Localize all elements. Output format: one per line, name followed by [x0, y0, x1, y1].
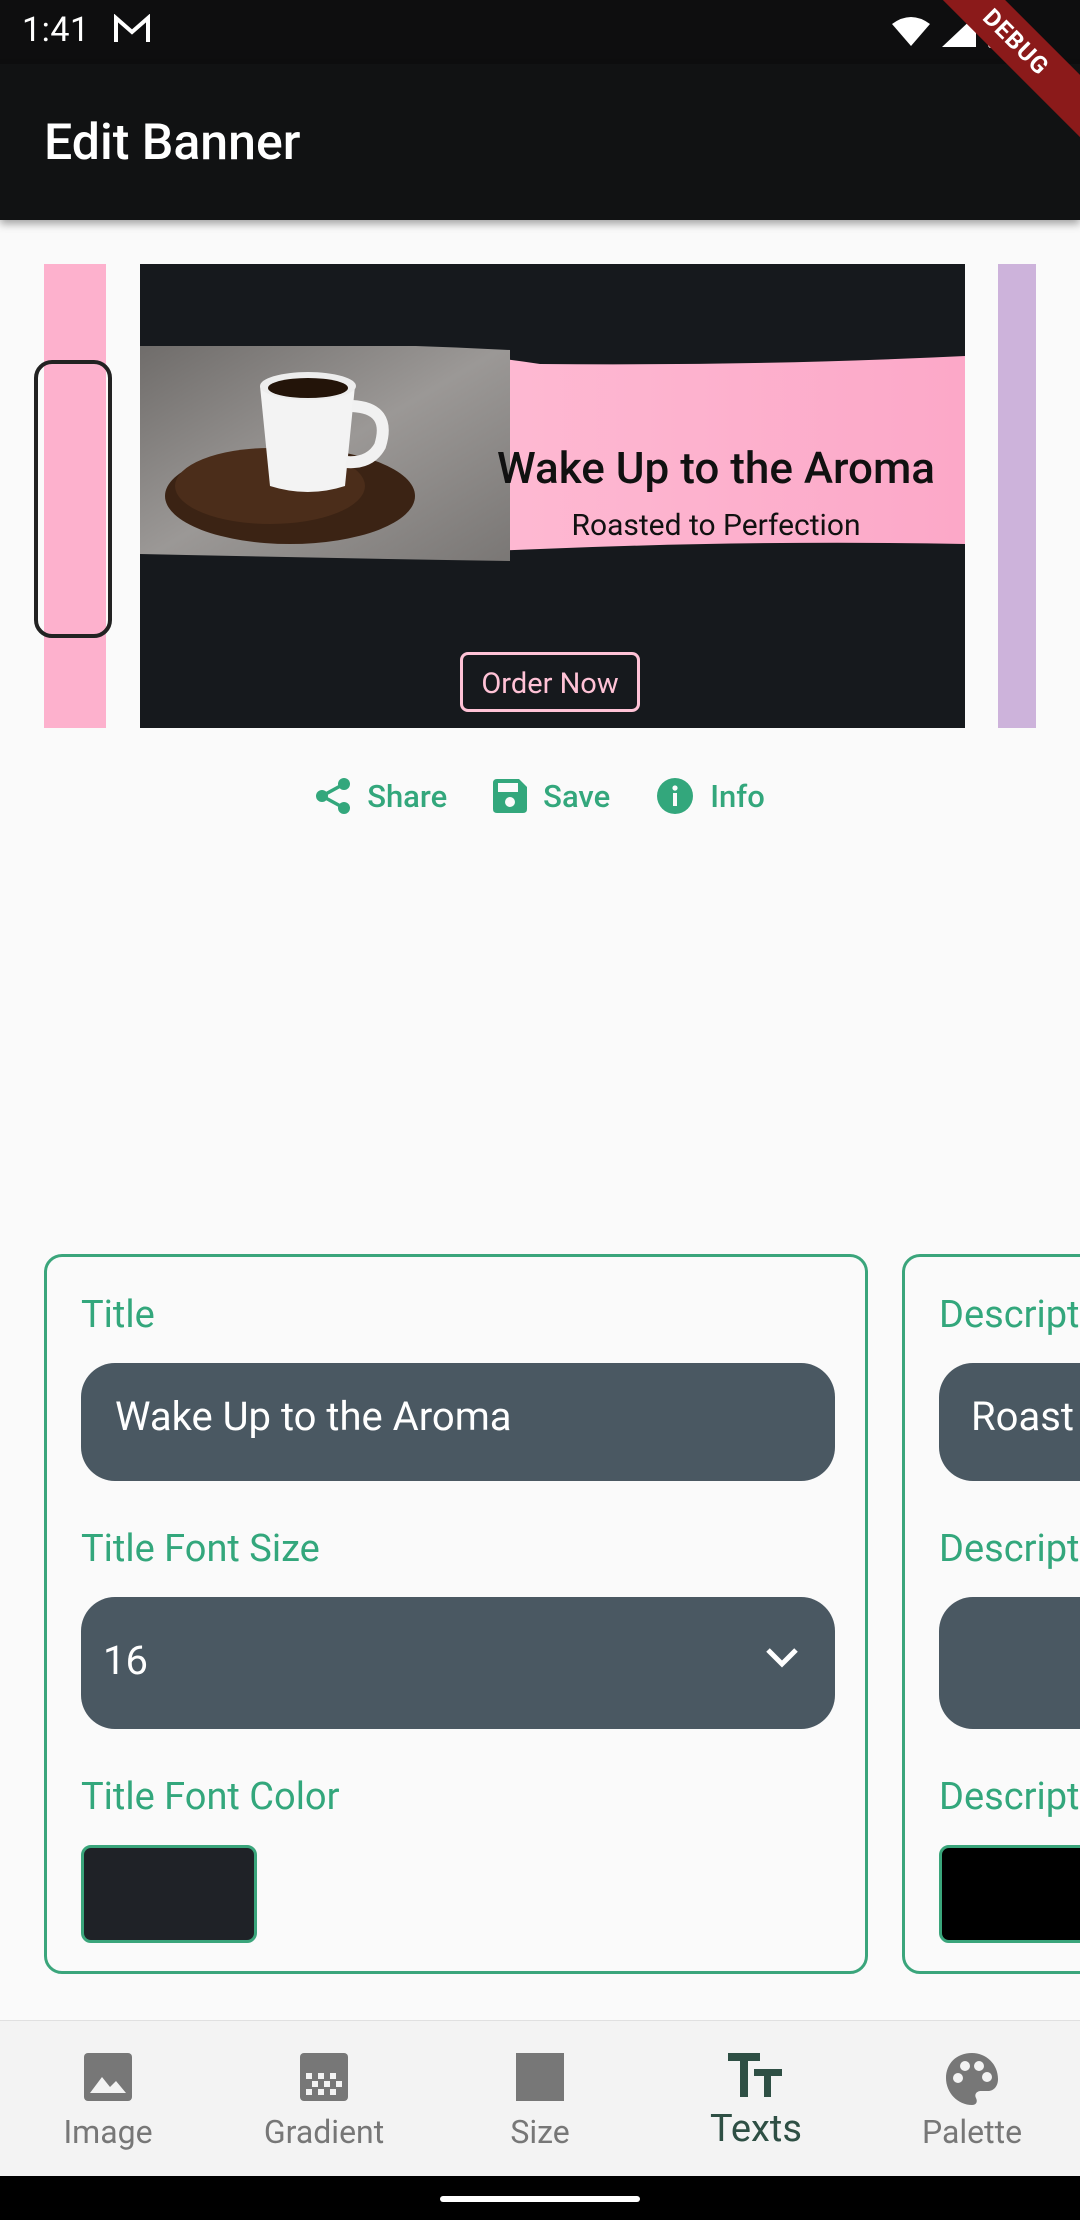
nav-image-label: Image [63, 2113, 153, 2151]
gradient-icon [298, 2051, 350, 2107]
bottom-navigation: Image Gradient Size Texts Palette [0, 2020, 1080, 2177]
banner-preview[interactable]: Wake Up to the Aroma Roasted to Perfecti… [140, 264, 965, 728]
banner-title: Wake Up to the Aroma [496, 442, 936, 494]
text-fields-icon [728, 2051, 784, 2105]
home-gesture-handle[interactable] [440, 2196, 640, 2202]
title-font-size-value: 16 [103, 1637, 148, 1684]
chevron-down-icon [765, 1647, 799, 1673]
info-label: Info [710, 777, 765, 815]
share-icon [315, 777, 351, 815]
status-time: 1:41 [22, 10, 90, 50]
share-label: Share [367, 777, 448, 815]
save-button[interactable]: Save [493, 766, 610, 826]
nav-palette-label: Palette [921, 2113, 1023, 2151]
size-icon [514, 2051, 566, 2107]
previous-banner[interactable] [34, 264, 112, 728]
banner-carousel[interactable]: Wake Up to the Aroma Roasted to Perfecti… [0, 264, 1080, 728]
save-icon [493, 779, 528, 813]
page-title: Edit Banner [44, 114, 301, 172]
share-button[interactable]: Share [315, 766, 447, 826]
nav-gradient[interactable]: Gradient [216, 2021, 432, 2177]
debug-ribbon: DEBUG [910, 0, 1080, 170]
system-navigation-bar [0, 2176, 1080, 2220]
description-font-size-select[interactable] [939, 1597, 1080, 1729]
nav-palette[interactable]: Palette [864, 2021, 1080, 2177]
description-font-color-label: Descript [939, 1775, 1080, 1819]
nav-texts-label: Texts [710, 2107, 802, 2151]
title-input[interactable]: Wake Up to the Aroma [81, 1363, 835, 1481]
order-now-button[interactable]: Order Now [460, 652, 640, 712]
description-input-value: Roast [971, 1393, 1074, 1440]
gmail-icon [112, 13, 152, 48]
debug-label: DEBUG [915, 0, 1080, 143]
next-banner[interactable] [998, 264, 1036, 728]
title-font-color-label: Title Font Color [81, 1775, 340, 1819]
coffee-photo [140, 346, 510, 561]
nav-gradient-label: Gradient [263, 2113, 385, 2151]
description-settings-card: Descript Roast Descript Descript [902, 1254, 1080, 1974]
description-label: Descript [939, 1293, 1080, 1337]
description-font-color-swatch[interactable] [939, 1845, 1080, 1943]
description-font-size-label: Descript [939, 1527, 1080, 1571]
title-label: Title [81, 1293, 155, 1337]
info-button[interactable]: Info [656, 766, 765, 826]
banner-actions: Share Save Info [0, 766, 1080, 826]
nav-image[interactable]: Image [0, 2021, 216, 2177]
nav-size-label: Size [510, 2113, 570, 2151]
title-font-color-swatch[interactable] [81, 1845, 257, 1943]
title-settings-card: Title Wake Up to the Aroma Title Font Si… [44, 1254, 868, 1974]
title-font-size-label: Title Font Size [81, 1527, 320, 1571]
nav-texts[interactable]: Texts [648, 2021, 864, 2177]
title-font-size-select[interactable]: 16 [81, 1597, 835, 1729]
description-input[interactable]: Roast [939, 1363, 1080, 1481]
image-icon [82, 2051, 134, 2107]
info-icon [656, 777, 694, 815]
banner-subtitle: Roasted to Perfection [571, 508, 861, 543]
title-input-value: Wake Up to the Aroma [115, 1393, 512, 1440]
palette-icon [944, 2051, 1000, 2111]
save-label: Save [543, 777, 611, 815]
nav-size[interactable]: Size [432, 2021, 648, 2177]
